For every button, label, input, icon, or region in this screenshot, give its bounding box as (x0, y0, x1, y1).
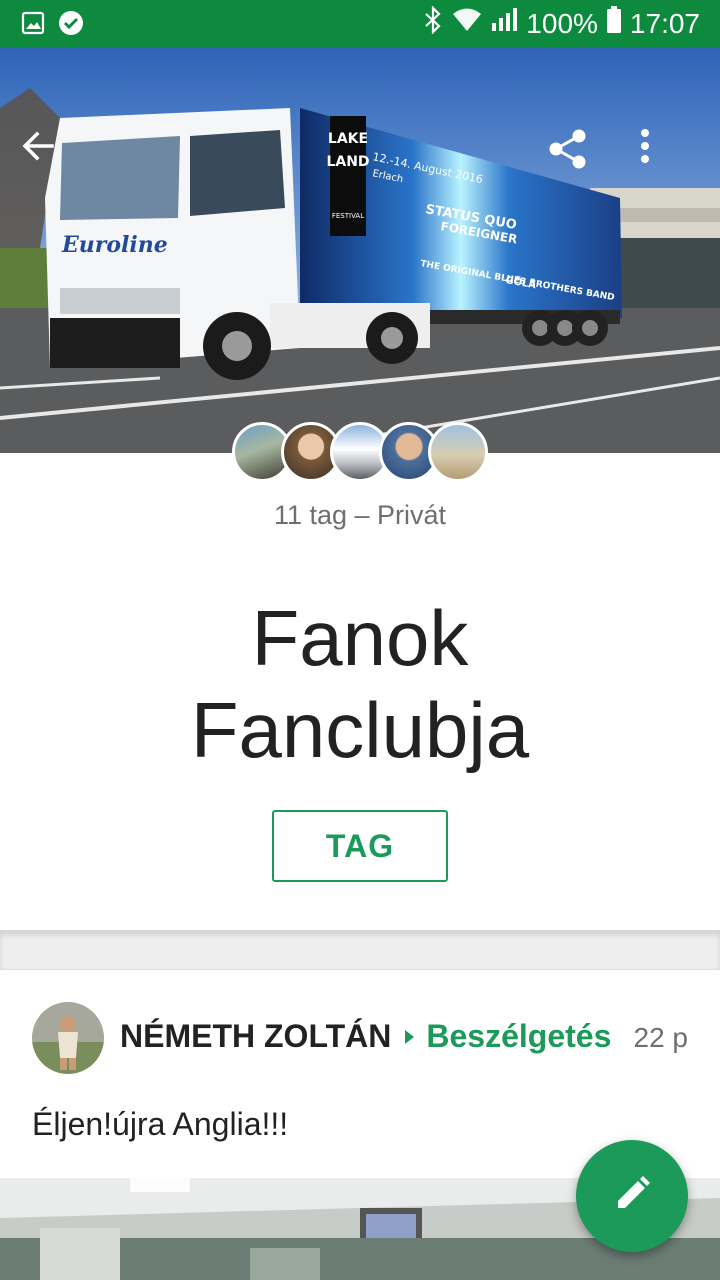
avatar[interactable] (32, 1002, 104, 1074)
svg-text:LAKE: LAKE (328, 131, 368, 147)
svg-text:LAND: LAND (326, 154, 369, 170)
join-button[interactable]: TAG (272, 810, 448, 882)
wifi-icon (452, 7, 482, 40)
post-author[interactable]: NÉMETH ZOLTÁN (120, 1018, 391, 1055)
edit-pencil-icon (612, 1174, 652, 1219)
signal-icon (490, 7, 518, 40)
check-circle-icon (58, 10, 84, 36)
post-header: NÉMETH ZOLTÁN Beszélgetés (120, 1018, 611, 1055)
share-button[interactable] (548, 128, 604, 184)
back-button[interactable] (20, 128, 76, 184)
member-avatar[interactable] (428, 422, 488, 482)
member-avatars[interactable] (232, 422, 492, 484)
status-bar: 100% 17:07 (0, 0, 720, 48)
battery-icon (606, 6, 622, 41)
section-divider (0, 930, 720, 970)
group-title-line1: Fanok (251, 594, 469, 682)
group-title-line2: Fanclubja (190, 686, 530, 774)
post-text: Éljen!újra Anglia!!! (32, 1106, 289, 1142)
svg-text:Euroline: Euroline (61, 232, 168, 258)
group-cover-image: LAKE LAND FESTIVAL 12.-14. August 2016 E… (0, 48, 720, 453)
group-meta: 11 tag – Privát (273, 500, 447, 530)
bluetooth-icon (422, 5, 444, 41)
more-options-button[interactable] (640, 128, 696, 184)
new-post-button[interactable] (576, 1140, 688, 1252)
gallery-icon (20, 10, 46, 36)
post-time: 22 p (633, 1022, 689, 1053)
svg-text:FESTIVAL: FESTIVAL (332, 212, 364, 220)
clock: 17:07 (629, 7, 700, 39)
battery-percent: 100% (526, 7, 598, 39)
chevron-right-icon (405, 1029, 415, 1044)
group-title: Fanok Fanclubja (0, 592, 720, 776)
post-channel[interactable]: Beszélgetés (426, 1018, 611, 1055)
